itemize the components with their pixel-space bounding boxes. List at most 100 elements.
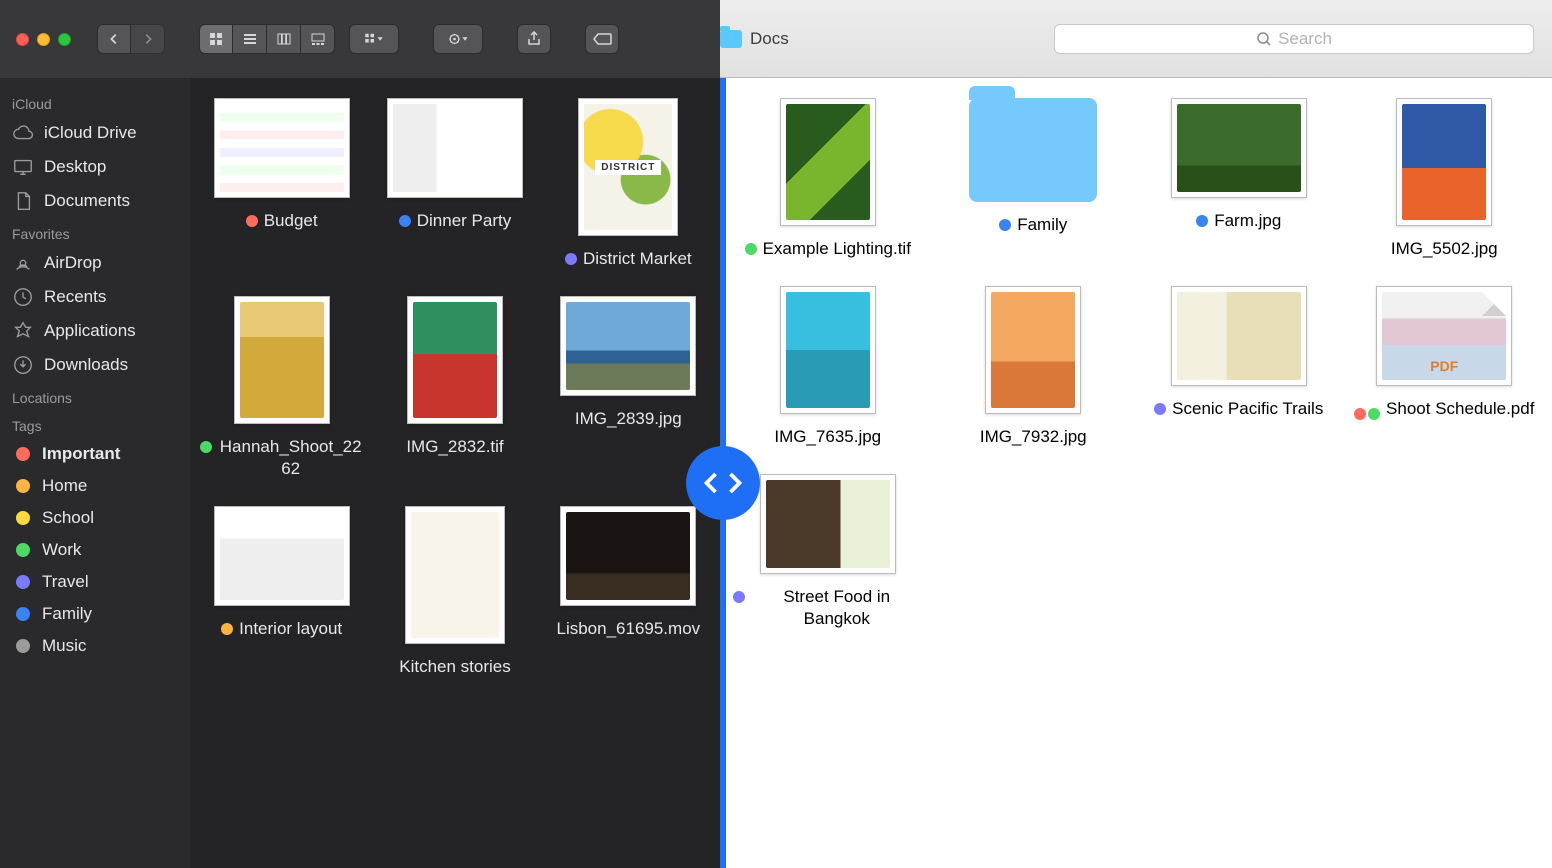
- sidebar-item[interactable]: School: [0, 502, 190, 534]
- action-button[interactable]: [433, 24, 483, 54]
- tag-color-dot: [16, 511, 30, 525]
- back-button[interactable]: [97, 24, 131, 54]
- sidebar-item-label: Downloads: [44, 355, 128, 375]
- sidebar-section-header: Favorites: [0, 218, 190, 246]
- toolbar-light: Docs Search: [720, 0, 1552, 78]
- file-label: Hannah_Shoot_2262: [200, 436, 363, 480]
- file-item[interactable]: Kitchen stories: [373, 506, 536, 678]
- thumbnail-art: [566, 512, 690, 600]
- file-item[interactable]: Example Lighting.tif: [730, 98, 926, 260]
- sidebar-item[interactable]: Travel: [0, 566, 190, 598]
- file-item[interactable]: Dinner Party: [373, 98, 536, 270]
- file-item[interactable]: IMG_2839.jpg: [547, 296, 710, 480]
- comparison-slider-handle[interactable]: [686, 446, 760, 520]
- sidebar-item[interactable]: Family: [0, 598, 190, 630]
- traffic-lights: [16, 33, 71, 46]
- tag-dot: [221, 623, 233, 635]
- tag-dot: [399, 215, 411, 227]
- thumbnail-art: [566, 302, 690, 390]
- sidebar-item-label: Applications: [44, 321, 136, 341]
- list-view-button[interactable]: [233, 24, 267, 54]
- icon-view-button[interactable]: [199, 24, 233, 54]
- sidebar-item[interactable]: Desktop: [0, 150, 190, 184]
- column-view-button[interactable]: [267, 24, 301, 54]
- file-thumbnail: [407, 296, 503, 424]
- file-label: Shoot Schedule.pdf: [1354, 398, 1534, 420]
- sidebar-item[interactable]: AirDrop: [0, 246, 190, 280]
- sidebar-item[interactable]: Work: [0, 534, 190, 566]
- file-label: Street Food in Bangkok: [733, 586, 923, 630]
- search-icon: [1256, 31, 1272, 47]
- file-item[interactable]: Farm.jpg: [1141, 98, 1337, 260]
- file-item[interactable]: DISTRICTDistrict Market: [547, 98, 710, 270]
- desktop-icon: [12, 156, 34, 178]
- body: iCloud iCloud Drive Desktop Documents Favori…: [0, 78, 1552, 868]
- content-pane-dark[interactable]: BudgetDinner PartyDISTRICTDistrict Marke…: [190, 78, 720, 868]
- file-item[interactable]: Hannah_Shoot_2262: [200, 296, 363, 480]
- window-title: Docs: [720, 29, 789, 49]
- nav-buttons: [97, 24, 165, 54]
- file-label: IMG_7932.jpg: [980, 426, 1087, 448]
- sidebar-item[interactable]: Music: [0, 630, 190, 662]
- sidebar-item[interactable]: Downloads: [0, 348, 190, 382]
- thumbnail-art: DISTRICT: [584, 104, 672, 230]
- maximize-button[interactable]: [58, 33, 71, 46]
- sidebar-item-label: Music: [42, 636, 86, 656]
- file-name: IMG_5502.jpg: [1391, 238, 1498, 260]
- arrange-button[interactable]: [349, 24, 399, 54]
- app-icon: [12, 320, 34, 342]
- close-button[interactable]: [16, 33, 29, 46]
- search-placeholder: Search: [1278, 29, 1332, 49]
- file-item[interactable]: Scenic Pacific Trails: [1141, 286, 1337, 448]
- sidebar-item-label: School: [42, 508, 94, 528]
- sidebar-item-label: Work: [42, 540, 81, 560]
- file-item[interactable]: IMG_2832.tif: [373, 296, 536, 480]
- sidebar-section-header: iCloud: [0, 88, 190, 116]
- gallery-view-button[interactable]: [301, 24, 335, 54]
- content-pane-light[interactable]: Example Lighting.tif Family Farm.jpg IMG_55…: [720, 78, 1552, 868]
- thumbnail-art: [220, 104, 344, 192]
- share-button[interactable]: [517, 24, 551, 54]
- file-thumbnail: [214, 506, 350, 606]
- sidebar-item-label: Documents: [44, 191, 130, 211]
- file-label: IMG_7635.jpg: [774, 426, 881, 448]
- file-item[interactable]: Family: [936, 98, 1132, 260]
- file-item[interactable]: Lisbon_61695.mov: [547, 506, 710, 678]
- tag-dot: [1196, 215, 1208, 227]
- forward-button[interactable]: [131, 24, 165, 54]
- sidebar-item[interactable]: Applications: [0, 314, 190, 348]
- download-icon: [12, 354, 34, 376]
- file-name: Shoot Schedule.pdf: [1386, 398, 1534, 420]
- sidebar-item-label: iCloud Drive: [44, 123, 137, 143]
- file-item[interactable]: Interior layout: [200, 506, 363, 678]
- thumbnail-art: [991, 292, 1075, 408]
- file-label: Family: [999, 214, 1067, 236]
- thumbnail-art: [220, 512, 344, 600]
- search-field[interactable]: Search: [1054, 24, 1534, 54]
- file-item[interactable]: IMG_7635.jpg: [730, 286, 926, 448]
- thumbnail-art: [1177, 292, 1301, 380]
- file-name: Scenic Pacific Trails: [1172, 398, 1323, 420]
- finder-window: Docs Search iCloud iCloud Drive Desktop Doc…: [0, 0, 1552, 868]
- sidebar-item[interactable]: Home: [0, 470, 190, 502]
- file-thumbnail: [234, 296, 330, 424]
- thumbnail-art: [786, 104, 870, 220]
- toolbar: Docs Search: [0, 0, 1552, 78]
- file-label: Farm.jpg: [1196, 210, 1281, 232]
- minimize-button[interactable]: [37, 33, 50, 46]
- tags-button[interactable]: [585, 24, 619, 54]
- tag-dots: [1354, 403, 1380, 420]
- file-item[interactable]: Street Food in Bangkok: [730, 474, 926, 630]
- sidebar-item[interactable]: iCloud Drive: [0, 116, 190, 150]
- tag-dot: [999, 219, 1011, 231]
- file-name: Example Lighting.tif: [763, 238, 911, 260]
- sidebar-item[interactable]: Important: [0, 438, 190, 470]
- file-item[interactable]: PDFShoot Schedule.pdf: [1347, 286, 1543, 448]
- file-item[interactable]: Budget: [200, 98, 363, 270]
- sidebar: iCloud iCloud Drive Desktop Documents Favori…: [0, 78, 190, 868]
- sidebar-item[interactable]: Documents: [0, 184, 190, 218]
- file-item[interactable]: IMG_5502.jpg: [1347, 98, 1543, 260]
- file-thumbnail: [387, 98, 523, 198]
- sidebar-item[interactable]: Recents: [0, 280, 190, 314]
- file-item[interactable]: IMG_7932.jpg: [936, 286, 1132, 448]
